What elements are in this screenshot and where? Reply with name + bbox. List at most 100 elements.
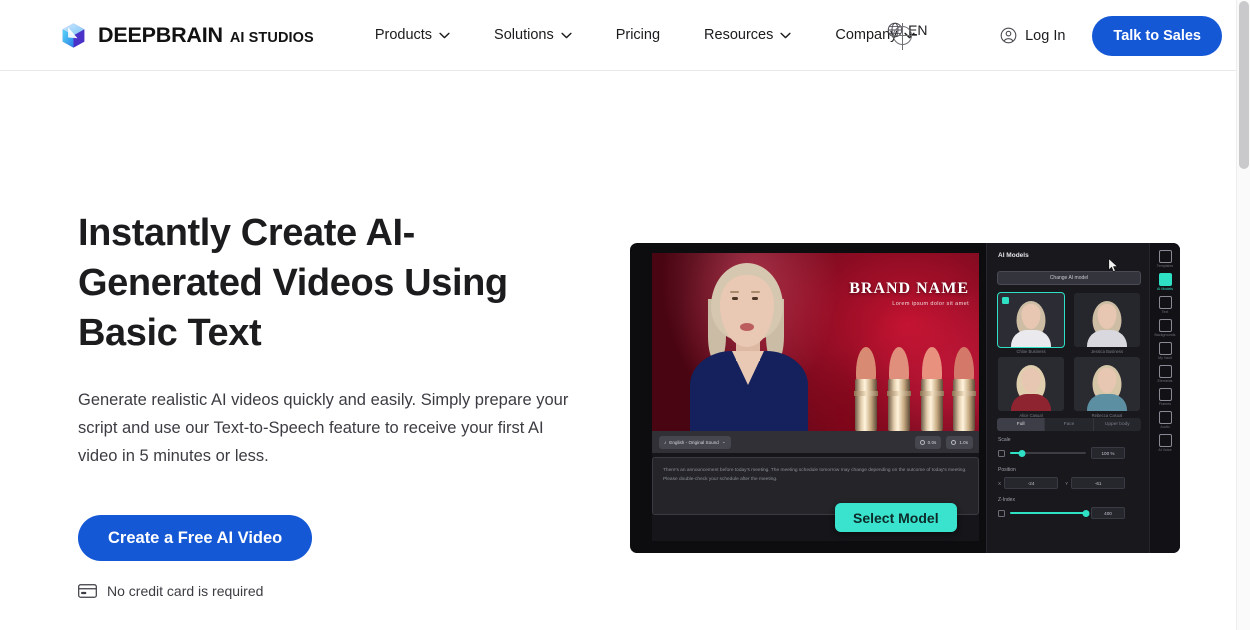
change-ai-model-button[interactable]: Change AI model <box>997 271 1141 285</box>
globe-icon <box>887 22 903 38</box>
vault-icon <box>1158 342 1172 355</box>
language-label: EN <box>908 22 928 38</box>
audio-icon <box>1158 411 1172 424</box>
editor-canvas: BRAND NAME Lorem ipsum dolor sit amet ♪ … <box>652 253 979 541</box>
nav-label: Resources <box>704 27 774 43</box>
rail-label: Audio <box>1160 425 1170 429</box>
scrollbar-thumb[interactable] <box>1239 1 1249 169</box>
avatar-brow-right <box>751 291 760 293</box>
ai-models-panel: AI Models Change AI model Chloe Business… <box>986 243 1149 553</box>
scale-slider-row: 100 % <box>998 447 1125 459</box>
segment-face[interactable]: Face <box>1045 418 1094 431</box>
rail-item-ai-models[interactable]: AI Models <box>1151 271 1180 292</box>
nav-item-products[interactable]: Products <box>375 19 450 51</box>
position-x-field[interactable]: X -24 <box>998 477 1059 489</box>
rail-item-my-vault[interactable]: My Vault <box>1151 340 1180 361</box>
video-brand-tagline: Lorem ipsum dolor sit amet <box>892 301 969 307</box>
nav-item-resources[interactable]: Resources <box>704 19 791 51</box>
position-label: Position <box>998 467 1016 473</box>
video-preview[interactable]: BRAND NAME Lorem ipsum dolor sit amet <box>652 253 979 431</box>
selected-check-icon <box>1002 297 1009 304</box>
page-title: Instantly Create AI-Generated Videos Usi… <box>78 212 508 354</box>
audio-language-chip[interactable]: ♪ English - Original Sound ⌄ <box>659 435 731 449</box>
talk-to-sales-button[interactable]: Talk to Sales <box>1092 15 1222 56</box>
create-free-ai-video-button[interactable]: Create a Free AI Video <box>78 515 313 561</box>
nav-item-pricing[interactable]: Pricing <box>616 19 660 51</box>
position-y-field[interactable]: Y -61 <box>1065 477 1126 489</box>
login-button[interactable]: Log In <box>1000 27 1065 44</box>
clock-icon <box>951 439 957 445</box>
logo-main-text: DEEPBRAIN <box>98 22 223 47</box>
position-x-key: X <box>998 480 1002 486</box>
video-toolbar: ♪ English - Original Sound ⌄ 0.0s 1.0s <box>652 431 979 453</box>
model-label: Jessica Business <box>1090 349 1124 354</box>
elements-icon <box>1158 365 1172 378</box>
scale-icon <box>998 449 1005 457</box>
logo-sub-text: AI STUDIOS <box>229 29 314 46</box>
chevron-down-icon <box>561 32 572 38</box>
z-index-label: Z-Index <box>998 497 1015 503</box>
lipstick-item <box>951 347 977 431</box>
hero-subtitle: Generate realistic AI videos quickly and… <box>78 391 569 465</box>
rail-item-templates[interactable]: Templates <box>1151 248 1180 269</box>
segment-full[interactable]: Full <box>997 418 1046 431</box>
video-brand-name: BRAND NAME <box>849 280 969 297</box>
clock-icon <box>919 439 925 445</box>
rail-item-frames[interactable]: Frames <box>1151 386 1180 407</box>
header-actions: EN Log In Talk to Sales <box>887 0 1222 71</box>
model-card[interactable]: Chloe Business <box>997 292 1065 354</box>
current-duration-chip[interactable]: 0.0s <box>914 435 942 449</box>
total-duration-label: 1.0s <box>959 439 968 445</box>
cube-logo-icon <box>62 22 85 48</box>
brand-logo[interactable]: DEEPBRAIN AI STUDIOS <box>60 22 314 49</box>
lipstick-item <box>886 347 912 431</box>
nav-label: Pricing <box>615 27 661 43</box>
lipstick-item <box>853 347 879 431</box>
segment-upper-body[interactable]: Upper body <box>1094 418 1141 431</box>
total-duration-chip[interactable]: 1.0s <box>946 435 973 449</box>
position-x-input[interactable]: -24 <box>1004 477 1059 489</box>
z-index-slider-handle[interactable] <box>1082 509 1090 517</box>
select-model-button[interactable]: Select Model <box>835 503 957 532</box>
rail-item-text[interactable]: Text <box>1151 294 1180 315</box>
model-label: Chloe Business <box>1016 349 1046 354</box>
login-label: Log In <box>1025 27 1066 44</box>
main-navigation: Products Solutions Pricing Resources Com… <box>375 19 916 51</box>
rail-item-ai-voice[interactable]: AI Voice <box>1151 432 1180 453</box>
wave-icon: ♪ <box>664 439 667 445</box>
rail-label: AI Voice <box>1158 448 1172 452</box>
chevron-down-icon: ⌄ <box>721 439 726 444</box>
avatar-brow-left <box>730 291 739 293</box>
audio-language-label: English - Original Sound <box>669 439 719 445</box>
z-index-slider[interactable] <box>1010 509 1090 517</box>
view-mode-segmented-control: Full Face Upper body <box>997 418 1141 431</box>
model-card[interactable]: Alice Casual <box>998 357 1064 418</box>
position-y-key: Y <box>1065 480 1069 486</box>
rail-item-elements[interactable]: Elements <box>1151 363 1180 384</box>
avatar-mouth <box>740 323 754 331</box>
scale-slider[interactable] <box>1010 449 1086 457</box>
scale-label: Scale <box>998 437 1011 443</box>
chevron-down-icon <box>439 32 450 38</box>
page-scrollbar[interactable] <box>1236 0 1250 630</box>
rail-item-audio[interactable]: Audio <box>1151 409 1180 430</box>
site-header: DEEPBRAIN AI STUDIOS Products Solutions … <box>0 0 1236 71</box>
model-card[interactable]: Rebecca Casual <box>1074 357 1140 418</box>
no-credit-card-note: No credit card is required <box>78 583 598 599</box>
language-selector[interactable]: EN <box>887 22 928 38</box>
background-icon <box>1158 319 1172 332</box>
no-credit-card-label: No credit card is required <box>107 583 264 599</box>
rail-label: Backgrounds <box>1154 333 1176 337</box>
scale-value[interactable]: 100 % <box>1091 447 1125 459</box>
model-card[interactable]: Jessica Business <box>1074 293 1140 354</box>
rail-label: Templates <box>1156 264 1174 268</box>
nav-item-solutions[interactable]: Solutions <box>494 19 572 51</box>
rail-item-backgrounds[interactable]: Backgrounds <box>1151 317 1180 338</box>
avatar-eye-left <box>732 297 738 300</box>
rail-label: Frames <box>1158 402 1172 406</box>
ai-model-icon <box>1158 273 1172 286</box>
nav-label: Products <box>374 27 433 43</box>
position-y-input[interactable]: -61 <box>1071 477 1126 489</box>
z-index-value[interactable]: 400 <box>1091 507 1125 519</box>
scale-slider-handle[interactable] <box>1018 449 1026 457</box>
